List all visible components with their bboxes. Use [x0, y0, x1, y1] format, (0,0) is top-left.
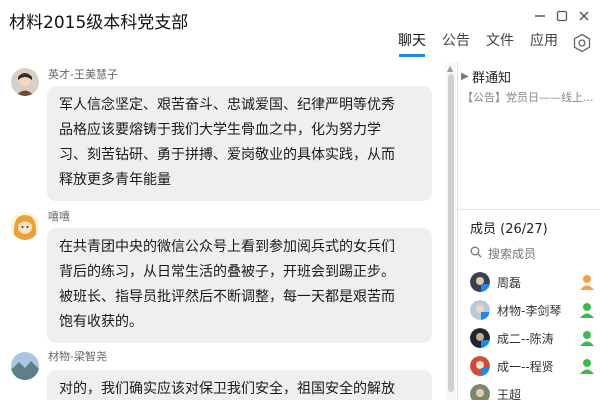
member-item[interactable]: 王超 — [470, 382, 600, 400]
window-controls — [530, 6, 594, 26]
chevron-right-icon[interactable]: ▶ — [461, 71, 469, 82]
tab-chat[interactable]: 聊天 — [398, 31, 426, 57]
message-line: 被班长、指导员批评然后不断调整，每一天都是艰苦而 — [59, 289, 395, 305]
message-bubble[interactable]: 军人信念坚定、艰苦奋斗、忠诚爱国、纪律严明等优秀 品格应该要熔铸于我们大学生骨血… — [47, 86, 432, 201]
sender-name: 嘻嘻 — [48, 210, 70, 223]
avatar[interactable] — [11, 212, 39, 240]
message-line: 在共青团中央的微信公众号上看到参加阅兵式的女兵们 — [59, 239, 395, 255]
member-search-placeholder: 搜索成员 — [488, 247, 537, 261]
message-line: 对的，我们确实应该对保卫我们安全，祖国安全的解放 — [59, 381, 395, 397]
sender-name: 材物-梁智尧 — [48, 350, 107, 363]
message-line: 释放更多青年能量 — [59, 172, 171, 188]
maximize-icon[interactable] — [552, 6, 572, 26]
triangle-up-icon[interactable]: ▲ — [447, 64, 453, 73]
close-icon[interactable] — [574, 6, 594, 26]
member-count-title: 成员 (26/27) — [470, 222, 548, 237]
group-notice[interactable]: ▶ 群通知 【公告】党员日——线上... — [458, 62, 600, 210]
chat-scrollbar[interactable]: ▲ — [446, 62, 456, 400]
message-line: 背后的练习，从日常生活的叠被子，开班会到踢正步。 — [59, 264, 395, 280]
member-item[interactable]: 材物-李剑琴 — [470, 298, 600, 322]
message-line: 饱有收获的。 — [59, 314, 143, 330]
sender-name: 英才-王美慧子 — [48, 68, 118, 81]
avatar — [470, 300, 490, 320]
member-item[interactable]: 成一--程贤 — [470, 354, 600, 378]
member-name: 王超 — [497, 387, 522, 400]
member-name: 成一--程贤 — [497, 359, 554, 374]
avatar — [470, 384, 490, 400]
window-title: 材料2015级本科党支部 — [9, 13, 189, 33]
notice-preview[interactable]: 【公告】党员日——线上... — [462, 89, 594, 105]
scrollbar-thumb[interactable] — [448, 74, 454, 392]
avatar[interactable] — [11, 68, 39, 96]
tab-files[interactable]: 文件 — [486, 31, 514, 55]
member-role-icon — [578, 357, 596, 375]
tab-apps[interactable]: 应用 — [530, 31, 558, 55]
avatar — [470, 328, 490, 348]
member-search[interactable]: 搜索成员 — [470, 245, 536, 262]
avatar[interactable] — [11, 352, 39, 380]
member-panel: 成员 (26/27) 搜索成员 周磊 材物-李剑琴 成二--陈涛 成一--程贤 … — [458, 212, 600, 400]
gear-hex-icon[interactable] — [572, 33, 592, 53]
member-role-icon — [578, 273, 596, 291]
member-item[interactable]: 成二--陈涛 — [470, 326, 600, 350]
tab-announcement[interactable]: 公告 — [442, 31, 470, 55]
chat-panel: 英才-王美慧子 军人信念坚定、艰苦奋斗、忠诚爱国、纪律严明等优秀 品格应该要熔铸… — [0, 62, 447, 400]
title-bar: 材料2015级本科党支部 聊天 公告 文件 应用 — [0, 0, 600, 62]
message-line: 习、刻苦钻研、勇于拼搏、爱岗敬业的具体实践，从而 — [59, 147, 395, 163]
message-bubble[interactable]: 在共青团中央的微信公众号上看到参加阅兵式的女兵们 背后的练习，从日常生活的叠被子… — [47, 228, 432, 343]
right-sidebar: ▶ 群通知 【公告】党员日——线上... 成员 (26/27) 搜索成员 周磊 … — [457, 62, 600, 400]
search-icon — [470, 246, 482, 261]
avatar — [470, 356, 490, 376]
member-role-icon — [578, 329, 596, 347]
message-line: 品格应该要熔铸于我们大学生骨血之中，化为努力学 — [59, 122, 381, 138]
member-name: 周磊 — [497, 275, 522, 290]
message-line: 军人信念坚定、艰苦奋斗、忠诚爱国、纪律严明等优秀 — [59, 97, 395, 113]
member-role-icon — [578, 301, 596, 319]
member-name: 成二--陈涛 — [497, 331, 554, 346]
member-name: 材物-李剑琴 — [497, 303, 562, 318]
avatar — [470, 272, 490, 292]
notice-title: 群通知 — [472, 71, 512, 86]
minimize-icon[interactable] — [530, 6, 550, 26]
message-bubble[interactable]: 对的，我们确实应该对保卫我们安全，祖国安全的解放 — [47, 370, 432, 400]
member-item[interactable]: 周磊 — [470, 270, 600, 294]
tab-bar: 聊天 公告 文件 应用 — [382, 31, 592, 57]
